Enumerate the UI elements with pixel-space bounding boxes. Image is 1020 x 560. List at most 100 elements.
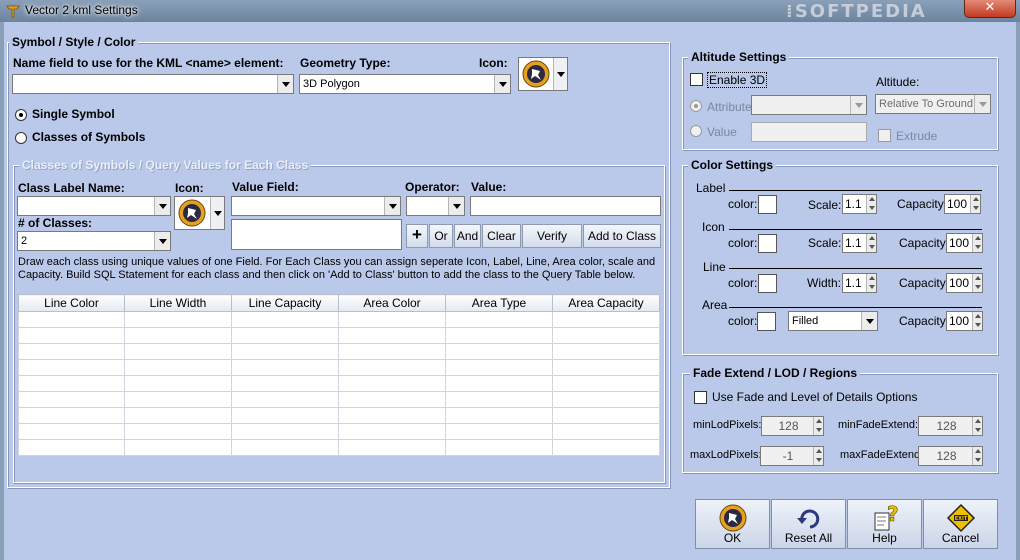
table-cell[interactable] [552,359,660,376]
table-row[interactable] [18,311,660,328]
label-color-swatch[interactable] [758,195,777,214]
table-cell[interactable] [18,343,125,360]
column-header[interactable]: Area Type [445,294,553,312]
table-cell[interactable] [18,423,125,440]
icon-scale-spinner[interactable]: 1.1 [842,233,877,253]
line-width-spinner[interactable]: 1.1 [842,273,877,293]
table-cell[interactable] [445,343,553,360]
enable-3d-checkbox[interactable] [690,73,703,86]
column-header[interactable]: Area Color [338,294,446,312]
classes-of-symbols-radio[interactable] [15,132,27,144]
spinner-arrows-icon[interactable] [866,274,876,292]
table-cell[interactable] [552,327,660,344]
table-cell[interactable] [552,423,660,440]
spinner-arrows-icon[interactable] [813,417,823,435]
table-row[interactable] [18,407,660,424]
table-cell[interactable] [552,391,660,408]
spinner-arrows-icon[interactable] [813,447,823,465]
help-button[interactable]: ? Help [847,499,922,549]
attribute-radio[interactable] [690,100,702,112]
reset-all-button[interactable]: Reset All [771,499,846,549]
name-field-dropdown[interactable] [12,74,294,94]
spinner-arrows-icon[interactable] [970,195,980,213]
single-symbol-radio[interactable] [15,109,27,121]
table-cell[interactable] [18,375,125,392]
add-to-class-button[interactable]: Add to Class [583,224,661,248]
spinner-arrows-icon[interactable] [866,234,876,252]
table-cell[interactable] [124,391,232,408]
icon-picker[interactable] [518,57,568,91]
table-cell[interactable] [445,359,553,376]
table-cell[interactable] [231,439,339,456]
table-row[interactable] [18,327,660,344]
ok-button[interactable]: OK [695,499,770,549]
and-button[interactable]: And [454,224,481,248]
table-cell[interactable] [231,423,339,440]
label-scale-spinner[interactable]: 1.1 [842,194,877,214]
column-header[interactable]: Area Capacity [552,294,660,312]
table-cell[interactable] [231,391,339,408]
table-cell[interactable] [445,327,553,344]
table-cell[interactable] [445,407,553,424]
clear-button[interactable]: Clear [482,224,521,248]
plus-button[interactable]: + [406,224,428,248]
table-cell[interactable] [18,327,125,344]
table-cell[interactable] [338,375,446,392]
spinner-arrows-icon[interactable] [972,234,982,252]
table-cell[interactable] [231,359,339,376]
value-input[interactable] [470,196,661,216]
table-cell[interactable] [445,311,553,328]
or-button[interactable]: Or [429,224,453,248]
max-fade-spinner[interactable]: 128 [918,446,983,466]
altitude-mode-dropdown[interactable]: Relative To Ground [875,94,991,114]
line-color-swatch[interactable] [758,274,777,293]
close-button[interactable]: ✕ [964,0,1016,18]
line-capacity-spinner[interactable]: 100 [946,273,983,293]
operator-dropdown[interactable] [406,196,465,216]
table-cell[interactable] [338,343,446,360]
altitude-value-input[interactable] [751,122,867,142]
table-cell[interactable] [124,375,232,392]
table-cell[interactable] [338,407,446,424]
table-cell[interactable] [231,375,339,392]
table-cell[interactable] [338,439,446,456]
column-header[interactable]: Line Capacity [231,294,339,312]
min-lod-spinner[interactable]: 128 [761,416,824,436]
table-cell[interactable] [18,391,125,408]
table-cell[interactable] [445,391,553,408]
table-cell[interactable] [124,359,232,376]
cancel-button[interactable]: EXIT Cancel [923,499,998,549]
table-row[interactable] [18,343,660,360]
spinner-arrows-icon[interactable] [972,312,982,330]
table-cell[interactable] [552,439,660,456]
table-cell[interactable] [445,375,553,392]
table-row[interactable] [18,375,660,392]
table-cell[interactable] [445,439,553,456]
label-capacity-spinner[interactable]: 100 [944,194,981,214]
spinner-arrows-icon[interactable] [866,195,876,213]
table-cell[interactable] [124,423,232,440]
spinner-arrows-icon[interactable] [972,417,982,435]
table-row[interactable] [18,423,660,440]
table-cell[interactable] [552,375,660,392]
column-header[interactable]: Line Width [124,294,232,312]
table-cell[interactable] [552,311,660,328]
table-cell[interactable] [124,407,232,424]
geometry-type-dropdown[interactable]: 3D Polygon [299,74,511,94]
table-cell[interactable] [124,343,232,360]
max-lod-spinner[interactable]: -1 [760,446,824,466]
table-cell[interactable] [445,423,553,440]
table-cell[interactable] [18,439,125,456]
table-cell[interactable] [124,311,232,328]
use-fade-checkbox[interactable] [694,391,707,404]
table-row[interactable] [18,391,660,408]
value-field-dropdown[interactable] [231,196,401,216]
area-fill-dropdown[interactable]: Filled [788,311,878,331]
table-cell[interactable] [552,343,660,360]
table-cell[interactable] [231,327,339,344]
table-cell[interactable] [338,311,446,328]
table-cell[interactable] [552,407,660,424]
extrude-checkbox[interactable] [878,129,891,142]
icon-capacity-spinner[interactable]: 100 [946,233,983,253]
table-cell[interactable] [338,423,446,440]
